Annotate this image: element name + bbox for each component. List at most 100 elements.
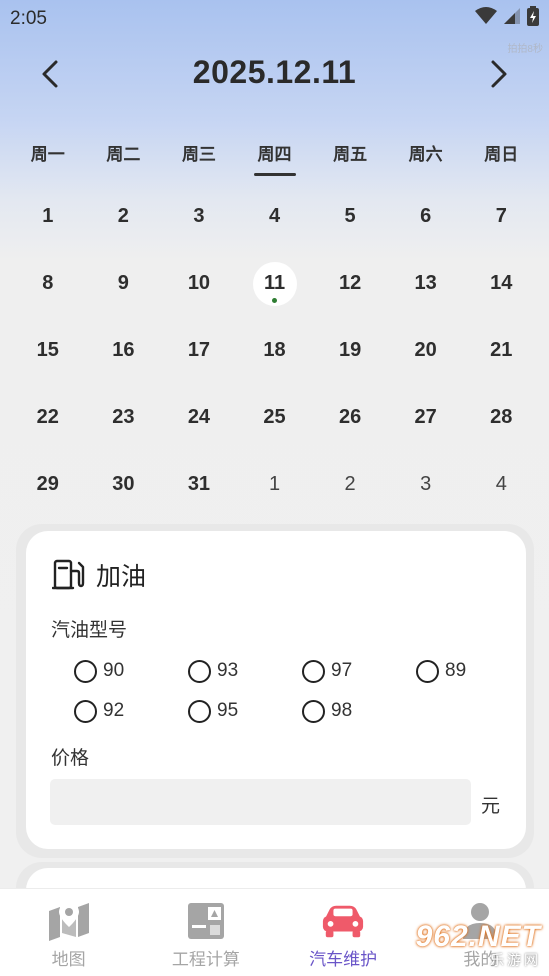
calendar-week-row: 15 16 17 18 19 20 21 [10, 317, 539, 384]
calendar-day[interactable]: 28 [463, 384, 539, 451]
car-icon [321, 899, 365, 943]
calendar-day[interactable]: 14 [463, 250, 539, 317]
calendar-day[interactable]: 23 [86, 384, 162, 451]
calendar-day[interactable]: 20 [388, 317, 464, 384]
chevron-right-icon [491, 60, 507, 88]
refuel-card: 加油 汽油型号 90 93 97 89 92 95 98 价格 元 [26, 531, 526, 849]
status-icons [475, 6, 539, 26]
calendar-day[interactable]: 18 [237, 317, 313, 384]
calendar-day-next-month[interactable]: 1 [237, 451, 313, 518]
tab-engineering-calc[interactable]: 工程计算 [137, 889, 274, 976]
watermark-logo: 962.NET 乐游网 [416, 920, 541, 970]
fuel-pump-icon [52, 559, 85, 590]
calendar-week-row: 1 2 3 4 5 6 7 [10, 183, 539, 250]
weekday-fri: 周五 [333, 145, 368, 164]
calendar-day[interactable]: 22 [10, 384, 86, 451]
calendar-day[interactable]: 15 [10, 317, 86, 384]
fuel-option-90[interactable]: 90 [74, 659, 188, 683]
radio-circle-icon [188, 699, 211, 723]
calendar-day[interactable]: 13 [388, 250, 464, 317]
fuel-option-95[interactable]: 95 [188, 699, 302, 723]
calendar-day[interactable]: 26 [312, 384, 388, 451]
status-bar: 2:05 拍拍8秒 [0, 0, 549, 55]
radio-label: 95 [217, 700, 239, 721]
calendar-header: 2025.12.11 [0, 52, 549, 96]
fuel-option-92[interactable]: 92 [74, 699, 188, 723]
calendar-day[interactable]: 5 [312, 183, 388, 250]
radio-label: 90 [103, 660, 125, 681]
calendar-day[interactable]: 17 [161, 317, 237, 384]
calendar-week-row: 8 9 10 11 12 13 14 [10, 250, 539, 317]
radio-row: 92 95 98 [74, 691, 534, 731]
radio-label: 92 [103, 700, 125, 721]
fuel-type-radio-group: 90 93 97 89 92 95 98 [74, 651, 534, 731]
calendar-day[interactable]: 19 [312, 317, 388, 384]
calendar-day[interactable]: 10 [161, 250, 237, 317]
fuel-type-label: 汽油型号 [51, 620, 128, 641]
wifi-icon [475, 7, 497, 24]
radio-circle-icon [74, 699, 97, 723]
radio-row: 90 93 97 89 [74, 651, 534, 691]
calendar-day[interactable]: 27 [388, 384, 464, 451]
price-unit: 元 [481, 796, 501, 817]
calendar-day[interactable]: 4 [237, 183, 313, 250]
status-time: 2:05 [10, 8, 47, 29]
calendar-day[interactable]: 16 [86, 317, 162, 384]
fuel-option-97[interactable]: 97 [302, 659, 416, 683]
radio-circle-icon [302, 659, 325, 683]
tab-map[interactable]: 地图 [0, 889, 137, 976]
fuel-option-98[interactable]: 98 [302, 699, 416, 723]
signal-icon [504, 8, 520, 24]
radio-label: 98 [331, 700, 353, 721]
weekday-sun: 周日 [484, 145, 519, 164]
calendar-day[interactable]: 3 [161, 183, 237, 250]
radio-circle-icon [188, 659, 211, 683]
calendar-day[interactable]: 12 [312, 250, 388, 317]
calendar-week-row: 29 30 31 1 2 3 4 [10, 451, 539, 518]
weekday-wed: 周三 [181, 145, 216, 164]
card-title-row: 加油 [52, 557, 146, 593]
calendar-day[interactable]: 1 [10, 183, 86, 250]
calendar-day[interactable]: 8 [10, 250, 86, 317]
calendar-day[interactable]: 30 [86, 451, 162, 518]
watermark-sub: 乐游网 [490, 952, 541, 968]
calendar-day-today[interactable]: 11 [237, 250, 313, 317]
calculator-icon [184, 899, 228, 943]
radio-label: 97 [331, 660, 353, 681]
card-title: 加油 [96, 563, 147, 591]
price-input[interactable] [50, 779, 471, 825]
calendar-day-next-month[interactable]: 4 [463, 451, 539, 518]
weekday-header: 周一 周二 周三 周四 周五 周六 周日 [10, 140, 539, 176]
tab-label: 工程计算 [171, 950, 240, 969]
radio-label: 93 [217, 660, 239, 681]
fuel-option-93[interactable]: 93 [188, 659, 302, 683]
calendar-day[interactable]: 21 [463, 317, 539, 384]
calendar-day-next-month[interactable]: 2 [312, 451, 388, 518]
calendar-day[interactable]: 31 [161, 451, 237, 518]
calendar-day[interactable]: 29 [10, 451, 86, 518]
calendar-week-row: 22 23 24 25 26 27 28 [10, 384, 539, 451]
weekday-thu: 周四 [237, 140, 313, 176]
calendar-day[interactable]: 2 [86, 183, 162, 250]
weekday-mon: 周一 [30, 145, 65, 164]
calendar-day[interactable]: 24 [161, 384, 237, 451]
next-month-button[interactable] [481, 56, 517, 92]
fuel-option-89[interactable]: 89 [416, 659, 530, 683]
calendar-day[interactable]: 25 [237, 384, 313, 451]
calendar-grid: 1 2 3 4 5 6 7 8 9 10 11 12 13 14 15 16 1… [10, 183, 539, 518]
price-label: 价格 [51, 748, 90, 769]
map-icon [47, 899, 91, 943]
today-number: 11 [263, 272, 286, 294]
tab-car-maintenance[interactable]: 汽车维护 [275, 889, 412, 976]
radio-circle-icon [416, 659, 439, 683]
calendar-day[interactable]: 7 [463, 183, 539, 250]
event-dot-indicator [272, 297, 278, 303]
calendar-day[interactable]: 6 [388, 183, 464, 250]
calendar-day[interactable]: 9 [86, 250, 162, 317]
current-date-title: 2025.12.11 [192, 54, 357, 90]
today-circle: 11 [252, 261, 297, 306]
calendar-day-next-month[interactable]: 3 [388, 451, 464, 518]
tab-label: 地图 [51, 950, 86, 969]
watermark-main: 962.NET [415, 920, 541, 953]
radio-label: 89 [445, 660, 467, 681]
